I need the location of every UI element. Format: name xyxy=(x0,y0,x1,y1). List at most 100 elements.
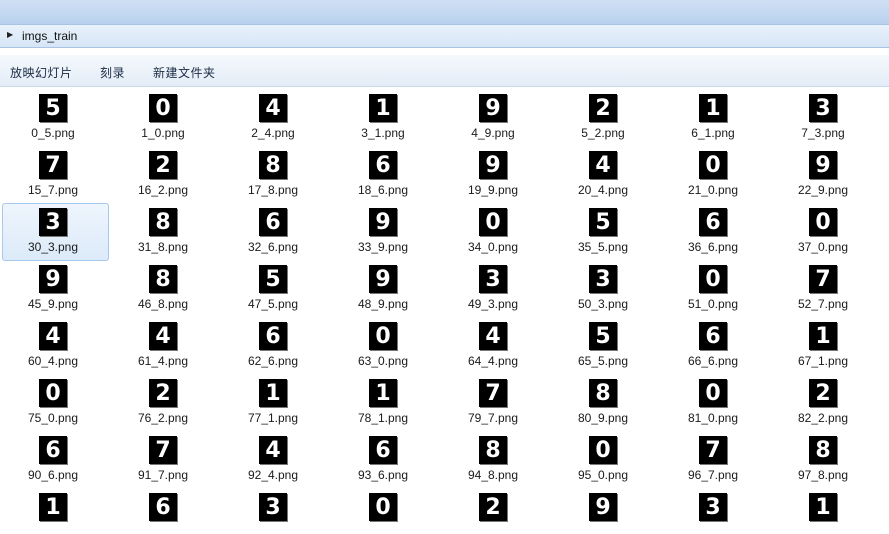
file-item[interactable]: 6 32_6.png xyxy=(220,208,330,265)
file-item[interactable]: 7 91_7.png xyxy=(110,436,220,493)
file-item[interactable]: 6 62_6.png xyxy=(220,322,330,379)
file-item[interactable]: 4 64_4.png xyxy=(440,322,550,379)
file-thumbnail: 6 xyxy=(699,322,727,350)
file-name: 19_9.png xyxy=(467,183,519,197)
file-item[interactable]: 3 xyxy=(220,493,330,534)
file-item[interactable]: 8 17_8.png xyxy=(220,151,330,208)
file-thumbnail: 3 xyxy=(809,94,837,122)
file-thumbnail: 9 xyxy=(809,151,837,179)
file-item[interactable]: 0 37_0.png xyxy=(770,208,880,265)
file-thumbnail: 4 xyxy=(479,322,507,350)
file-item[interactable]: 2 16_2.png xyxy=(110,151,220,208)
file-item[interactable]: 2 82_2.png xyxy=(770,379,880,436)
file-item[interactable]: 3 50_3.png xyxy=(550,265,660,322)
file-name: 37_0.png xyxy=(797,240,849,254)
file-name: 2_4.png xyxy=(251,126,295,140)
new-folder-button[interactable]: 新建文件夹 xyxy=(153,64,216,81)
file-name: 97_8.png xyxy=(797,468,849,482)
file-item[interactable]: 1 xyxy=(770,493,880,534)
file-name: 81_0.png xyxy=(687,411,739,425)
file-thumbnail: 6 xyxy=(699,208,727,236)
file-item[interactable]: 6 36_6.png xyxy=(660,208,770,265)
file-item[interactable]: 7 52_7.png xyxy=(770,265,880,322)
file-item[interactable]: 2 xyxy=(440,493,550,534)
file-item[interactable]: 4 2_4.png xyxy=(220,94,330,151)
file-name: 22_9.png xyxy=(797,183,849,197)
file-item[interactable]: 1 67_1.png xyxy=(770,322,880,379)
file-item[interactable]: 5 35_5.png xyxy=(550,208,660,265)
file-item[interactable]: 5 47_5.png xyxy=(220,265,330,322)
file-view[interactable]: 5 0_5.png 0 1_0.png 4 2_4.png 1 3_1.png 9 4_9.png… xyxy=(0,87,889,534)
file-thumbnail: 7 xyxy=(699,436,727,464)
file-item[interactable]: 9 xyxy=(550,493,660,534)
file-item[interactable]: 9 4_9.png xyxy=(440,94,550,151)
file-name: 15_7.png xyxy=(27,183,79,197)
file-item[interactable]: 9 19_9.png xyxy=(440,151,550,208)
file-item[interactable]: 3 30_3.png xyxy=(0,203,110,265)
file-thumbnail: 2 xyxy=(589,94,617,122)
file-item[interactable]: 7 79_7.png xyxy=(440,379,550,436)
file-item[interactable]: 6 xyxy=(110,493,220,534)
breadcrumb-folder[interactable]: imgs_train xyxy=(22,29,77,43)
file-item[interactable]: 8 80_9.png xyxy=(550,379,660,436)
burn-button[interactable]: 刻录 xyxy=(100,64,125,81)
file-item[interactable]: 9 33_9.png xyxy=(330,208,440,265)
file-item[interactable]: 5 65_5.png xyxy=(550,322,660,379)
file-item[interactable]: 8 97_8.png xyxy=(770,436,880,493)
file-name: 61_4.png xyxy=(137,354,189,368)
file-item[interactable]: 0 xyxy=(330,493,440,534)
file-item[interactable]: 4 92_4.png xyxy=(220,436,330,493)
file-item[interactable]: 6 90_6.png xyxy=(0,436,110,493)
file-item[interactable]: 0 1_0.png xyxy=(110,94,220,151)
file-item[interactable]: 6 18_6.png xyxy=(330,151,440,208)
file-thumbnail: 0 xyxy=(369,322,397,350)
file-item[interactable]: 3 49_3.png xyxy=(440,265,550,322)
file-name: 3_1.png xyxy=(361,126,405,140)
file-item[interactable]: 1 3_1.png xyxy=(330,94,440,151)
file-item[interactable]: 2 5_2.png xyxy=(550,94,660,151)
file-name: 63_0.png xyxy=(357,354,409,368)
slideshow-button[interactable]: 放映幻灯片 xyxy=(10,64,73,81)
file-item[interactable]: 8 31_8.png xyxy=(110,208,220,265)
file-item[interactable]: 0 95_0.png xyxy=(550,436,660,493)
file-item[interactable]: 6 66_6.png xyxy=(660,322,770,379)
file-item[interactable]: 4 61_4.png xyxy=(110,322,220,379)
file-item[interactable]: 1 77_1.png xyxy=(220,379,330,436)
file-item[interactable]: 7 96_7.png xyxy=(660,436,770,493)
file-item[interactable]: 1 6_1.png xyxy=(660,94,770,151)
file-item[interactable]: 0 51_0.png xyxy=(660,265,770,322)
file-thumbnail: 7 xyxy=(149,436,177,464)
file-thumbnail: 0 xyxy=(699,379,727,407)
file-item[interactable]: 0 63_0.png xyxy=(330,322,440,379)
file-item[interactable]: 1 xyxy=(0,493,110,534)
file-item[interactable]: 9 22_9.png xyxy=(770,151,880,208)
file-item[interactable]: 6 93_6.png xyxy=(330,436,440,493)
file-item[interactable]: 3 xyxy=(660,493,770,534)
file-item[interactable]: 0 21_0.png xyxy=(660,151,770,208)
file-name: 30_3.png xyxy=(27,240,79,254)
file-thumbnail: 8 xyxy=(149,265,177,293)
file-item[interactable]: 4 20_4.png xyxy=(550,151,660,208)
file-name: 67_1.png xyxy=(797,354,849,368)
file-item[interactable]: 1 78_1.png xyxy=(330,379,440,436)
file-name: 51_0.png xyxy=(687,297,739,311)
file-item[interactable]: 2 76_2.png xyxy=(110,379,220,436)
file-item[interactable]: 8 94_8.png xyxy=(440,436,550,493)
file-name: 1_0.png xyxy=(141,126,185,140)
address-bar[interactable]: ▶ imgs_train xyxy=(0,24,889,48)
file-item[interactable]: 0 75_0.png xyxy=(0,379,110,436)
file-item[interactable]: 5 0_5.png xyxy=(0,94,110,151)
file-item[interactable]: 9 45_9.png xyxy=(0,265,110,322)
file-item[interactable]: 4 60_4.png xyxy=(0,322,110,379)
file-thumbnail: 6 xyxy=(369,151,397,179)
file-item[interactable]: 9 48_9.png xyxy=(330,265,440,322)
window-title-bar xyxy=(0,0,889,24)
file-item[interactable]: 7 15_7.png xyxy=(0,151,110,208)
file-item[interactable]: 0 81_0.png xyxy=(660,379,770,436)
file-item[interactable]: 3 7_3.png xyxy=(770,94,880,151)
file-item[interactable]: 8 46_8.png xyxy=(110,265,220,322)
file-thumbnail: 9 xyxy=(589,493,617,521)
breadcrumb-arrow-icon[interactable]: ▶ xyxy=(7,30,13,39)
file-item[interactable]: 0 34_0.png xyxy=(440,208,550,265)
file-name: 94_8.png xyxy=(467,468,519,482)
